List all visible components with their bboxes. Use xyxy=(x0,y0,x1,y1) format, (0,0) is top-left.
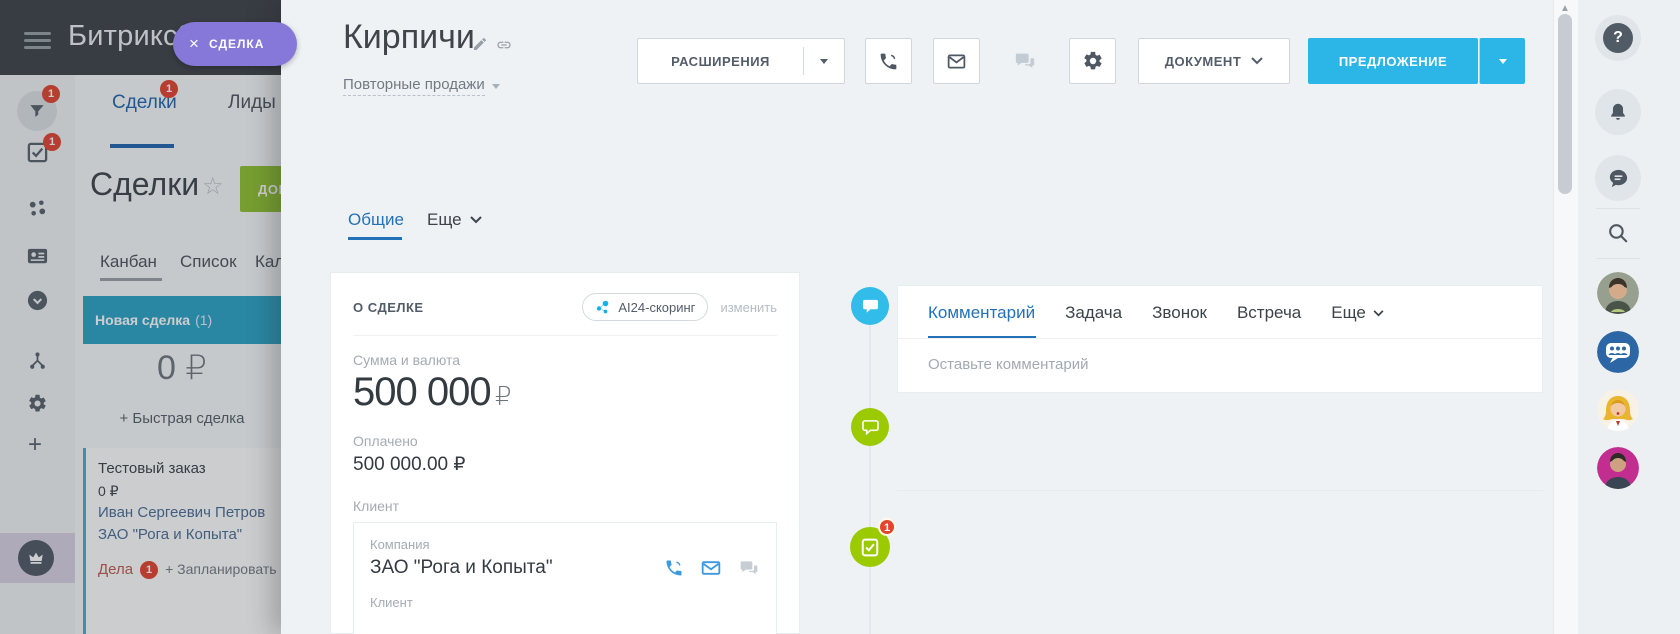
client-sub-label: Клиент xyxy=(370,595,760,610)
tl-tab-task[interactable]: Задача xyxy=(1065,303,1122,323)
help-button[interactable]: ? xyxy=(1595,15,1641,61)
tl-tab-more[interactable]: Еще xyxy=(1331,303,1384,323)
amount-value[interactable]: 500 000 xyxy=(353,370,491,414)
tab-more[interactable]: Еще xyxy=(427,210,482,230)
chevron-down-icon xyxy=(470,216,482,224)
gear-icon xyxy=(1082,50,1104,72)
company-name[interactable]: ЗАО "Рога и Копыта" xyxy=(370,557,553,579)
proposal-dropdown-button[interactable] xyxy=(1479,38,1525,84)
company-label: Компания xyxy=(370,537,760,552)
deal-slider-chip[interactable]: × СДЕЛКА xyxy=(173,22,297,66)
tab-general[interactable]: Общие xyxy=(348,210,404,230)
copy-link-icon[interactable] xyxy=(496,37,512,53)
about-deal-card: О СДЕЛКЕ AI24-скоринг изменить Сумма и в… xyxy=(330,272,800,634)
task-check-icon xyxy=(861,538,879,557)
user-avatar-2[interactable] xyxy=(1597,389,1639,431)
edit-deal-link[interactable]: изменить xyxy=(720,300,777,315)
ai-scoring-badge[interactable]: AI24-скоринг xyxy=(582,293,708,321)
email-button[interactable] xyxy=(933,38,980,84)
bitrix24-deal-screen: Битрикс24 1 1 xyxy=(0,0,1680,634)
tl-tab-comment[interactable]: Комментарий xyxy=(928,303,1035,323)
paid-value: 500 000.00 ₽ xyxy=(353,453,777,476)
scrollbar-up-arrow[interactable]: ▲ xyxy=(1560,3,1570,14)
divider xyxy=(898,338,1544,339)
amount-currency: ₽ xyxy=(495,381,512,411)
amount-label: Сумма и валюта xyxy=(353,352,777,368)
about-heading: О СДЕЛКЕ xyxy=(353,300,424,315)
deal-title[interactable]: Кирпичи xyxy=(343,18,475,57)
client-label: Клиент xyxy=(353,498,777,514)
chat-button-disabled xyxy=(1001,38,1048,84)
timeline-line xyxy=(869,300,871,634)
panel-scrollbar-thumb[interactable] xyxy=(1558,14,1572,194)
search-icon xyxy=(1606,221,1631,246)
search-button[interactable] xyxy=(1606,221,1631,246)
comment-timeline-icon xyxy=(851,287,889,325)
general-tab-underline xyxy=(348,237,402,240)
tl-tab-call[interactable]: Звонок xyxy=(1152,303,1207,323)
messenger-icon xyxy=(1607,167,1630,190)
chevron-down-icon xyxy=(1373,310,1384,317)
speech-bubble-outline-icon xyxy=(862,419,879,435)
timeline-composer-card: Комментарий Задача Звонок Встреча Еще Ос… xyxy=(897,285,1543,393)
paid-label: Оплачено xyxy=(353,433,777,449)
right-icon-rail: ? xyxy=(1578,0,1680,634)
mail-icon xyxy=(946,51,967,72)
divider xyxy=(1596,258,1640,259)
modal-dim-overlay xyxy=(0,0,281,634)
help-icon: ? xyxy=(1603,23,1633,53)
user-avatar-1[interactable] xyxy=(1597,272,1639,314)
close-icon[interactable]: × xyxy=(189,34,199,54)
divider xyxy=(353,335,777,336)
ai-molecule-icon xyxy=(595,300,611,315)
task-timeline-badge: 1 xyxy=(878,518,896,536)
extensions-caret-icon xyxy=(820,59,828,64)
timeline-date-separator xyxy=(897,490,1543,491)
divider xyxy=(1596,208,1640,209)
proposal-button[interactable]: ПРЕДЛОЖЕНИЕ xyxy=(1308,38,1478,84)
phone-icon xyxy=(878,51,899,72)
tl-tab-meeting[interactable]: Встреча xyxy=(1237,303,1301,323)
client-phone-icon[interactable] xyxy=(664,558,684,578)
invite-timeline-icon xyxy=(851,408,889,446)
messenger-button[interactable] xyxy=(1595,155,1641,201)
bell-icon xyxy=(1607,101,1629,123)
speech-bubble-icon xyxy=(862,298,879,314)
chip-label: СДЕЛКА xyxy=(209,37,264,51)
extensions-button[interactable]: РАСШИРЕНИЯ xyxy=(637,38,845,84)
user-avatar-3[interactable] xyxy=(1597,447,1639,489)
client-chat-icon xyxy=(738,558,760,578)
background-app: Битрикс24 1 1 xyxy=(0,0,281,634)
pipeline-caret-icon xyxy=(492,84,500,89)
comment-input[interactable]: Оставьте комментарий xyxy=(928,356,1089,373)
chevron-down-icon xyxy=(1251,57,1263,65)
group-chat-avatar[interactable] xyxy=(1597,331,1639,373)
client-mail-icon[interactable] xyxy=(700,558,722,578)
call-button[interactable] xyxy=(865,38,912,84)
chat-icon xyxy=(1014,50,1036,72)
client-box: Компания ЗАО "Рога и Копыта" Клиент xyxy=(353,522,777,634)
notifications-button[interactable] xyxy=(1595,89,1641,135)
edit-title-icon[interactable] xyxy=(472,36,488,52)
settings-button[interactable] xyxy=(1069,38,1116,84)
pipeline-selector[interactable]: Повторные продажи xyxy=(343,76,485,96)
proposal-caret-icon xyxy=(1499,59,1507,64)
document-button[interactable]: ДОКУМЕНТ xyxy=(1138,38,1290,84)
